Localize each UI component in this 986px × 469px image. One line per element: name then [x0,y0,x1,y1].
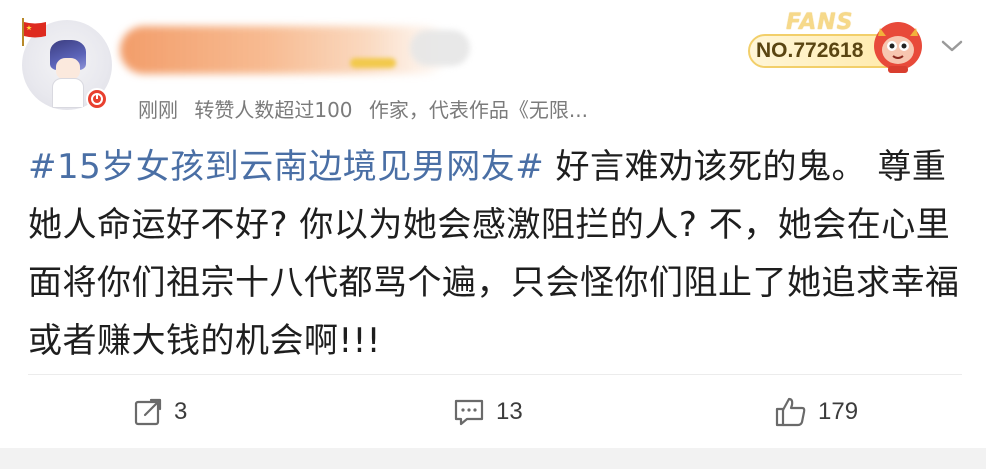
repost-button[interactable]: 3 [132,392,187,432]
fans-mascot-icon [874,22,922,73]
avatar-face [56,58,80,80]
post-hashtag[interactable]: #15岁女孩到云南边境见男网友# [28,147,544,187]
like-icon [775,397,806,427]
verified-icon [86,88,108,110]
fans-badge[interactable]: FANS NO.772618 [748,8,934,74]
avatar-body [52,78,84,108]
repost-count: 3 [174,398,188,425]
username-blurred[interactable] [120,26,450,74]
post-content: #15岁女孩到云南边境见男网友# 好言难劝该死的鬼。 尊重她人命运好不好? 你以… [28,138,968,370]
username-blurred-badge [410,30,470,66]
author-bio: 作家，代表作品《无限... [368,98,588,122]
comment-count: 13 [496,398,523,425]
chevron-down-icon[interactable] [940,38,964,54]
popularity-note: 转赞人数超过100 [194,98,353,122]
weibo-post-card: 刚刚 转赞人数超过100 作家，代表作品《无限... FANS NO.77261… [0,0,986,469]
like-button[interactable]: 179 [774,392,858,432]
china-flag-icon [24,22,46,38]
post-meta: 刚刚 转赞人数超过100 作家，代表作品《无限... [138,94,598,123]
bottom-strip [0,448,986,469]
fans-word: FANS [786,10,854,35]
post-time: 刚刚 [138,98,178,122]
like-count: 179 [818,398,859,425]
comment-icon [454,399,484,426]
comment-button[interactable]: 13 [452,392,523,432]
divider [28,374,962,375]
repost-icon [134,398,162,426]
username-blurred-level [350,58,396,68]
fans-number: NO.772618 [756,39,864,62]
